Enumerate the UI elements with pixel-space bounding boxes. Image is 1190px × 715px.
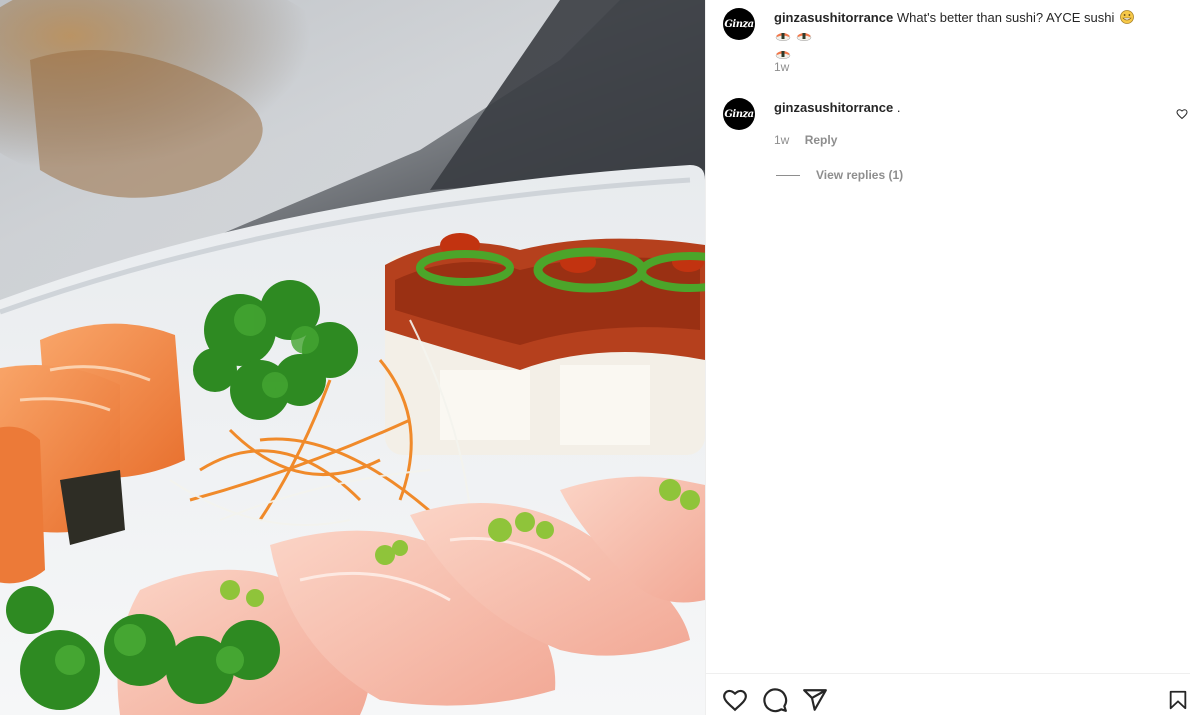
avatar[interactable]: Ginza [723, 8, 755, 40]
avatar-logo: Ginza [724, 18, 754, 30]
grin-emoji-icon [1120, 10, 1134, 24]
avatar-logo: Ginza [724, 108, 754, 120]
comment-username[interactable]: ginzasushitorrance [774, 100, 893, 115]
comments-panel: Ginza ginzasushitorrance What's better t… [705, 0, 1190, 715]
caption-username[interactable]: ginzasushitorrance [774, 10, 893, 25]
action-bar [706, 673, 1190, 715]
heart-icon[interactable] [722, 687, 748, 713]
view-replies-label: View replies (1) [816, 168, 904, 182]
view-replies-line [776, 174, 800, 176]
caption-meta: 1w [774, 60, 789, 74]
comment-meta: 1w Reply [774, 133, 837, 147]
bookmark-icon[interactable] [1167, 687, 1189, 713]
caption-time[interactable]: 1w [774, 60, 789, 74]
caption-body: ginzasushitorrance What's better than su… [774, 9, 1154, 63]
avatar[interactable]: Ginza [723, 98, 755, 130]
comment-icon[interactable] [762, 687, 788, 713]
comment-body: ginzasushitorrance . [774, 99, 1154, 117]
like-comment-heart-icon[interactable] [1176, 108, 1188, 120]
sushi-emoji-icon [775, 33, 791, 41]
share-icon[interactable] [802, 687, 828, 713]
comment-time[interactable]: 1w [774, 133, 789, 147]
comment-text: . [896, 100, 901, 115]
sushi-emoji-icon [775, 51, 791, 59]
view-replies-button[interactable]: View replies (1) [776, 168, 903, 182]
caption-text: What's better than sushi? AYCE sushi [896, 10, 1115, 25]
post-image [0, 0, 705, 715]
sushi-photo [0, 0, 705, 715]
sushi-emoji-icon [796, 33, 811, 41]
reply-button[interactable]: Reply [805, 133, 838, 147]
